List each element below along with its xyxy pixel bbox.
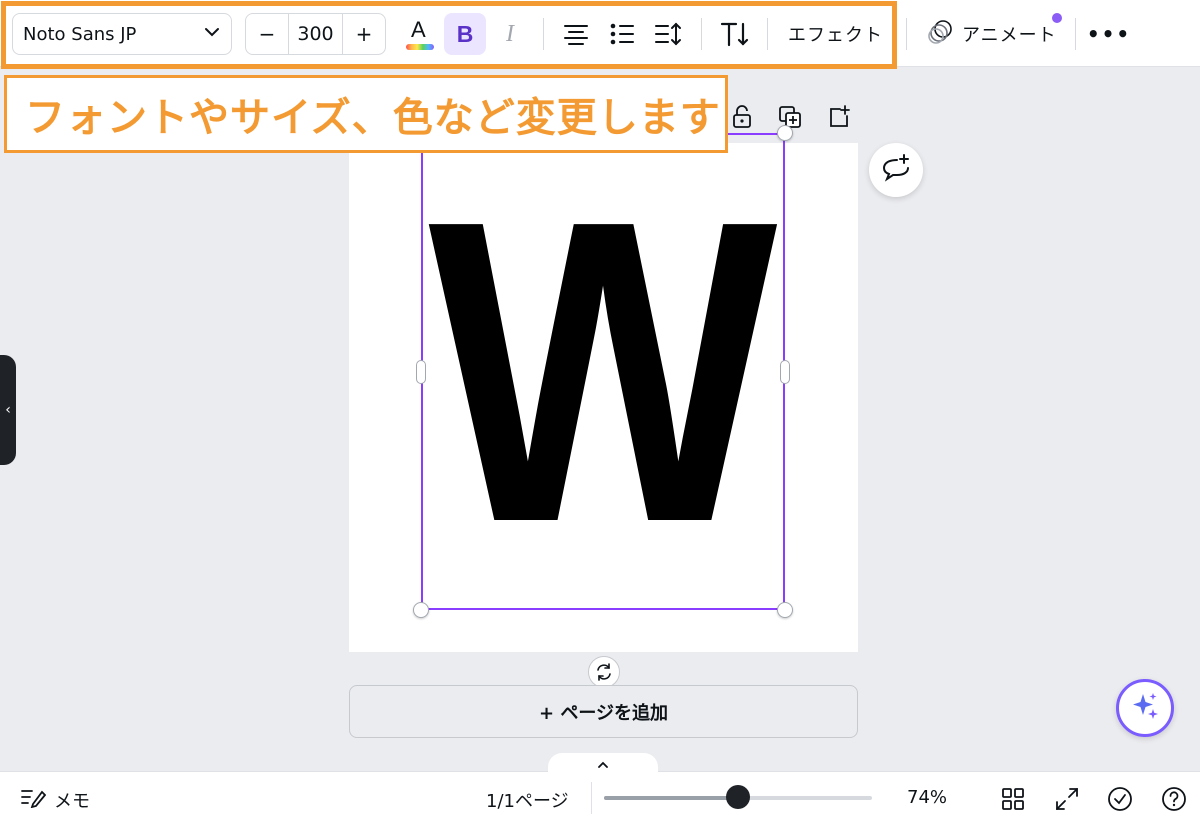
new-feature-badge (1050, 11, 1064, 25)
zoom-slider-fill (604, 796, 738, 800)
chevron-down-icon (203, 23, 221, 45)
rainbow-bar-icon (406, 44, 434, 50)
top-toolbar: Noto Sans JP − 300 + A B I エフェクト アニメート •… (0, 0, 1200, 67)
resize-handle-top-right[interactable] (777, 125, 793, 141)
decrease-size-button[interactable]: − (246, 14, 288, 54)
zoom-slider-thumb[interactable] (726, 785, 750, 809)
rotate-handle[interactable] (588, 656, 620, 688)
side-panel-toggle[interactable]: ‹ (0, 355, 16, 465)
notes-button[interactable]: メモ (20, 786, 90, 813)
font-family-label: Noto Sans JP (23, 23, 137, 45)
chevron-up-icon (596, 755, 610, 774)
increase-size-button[interactable]: + (343, 14, 385, 54)
comment-plus-icon (881, 154, 911, 186)
lock-icon[interactable] (729, 104, 755, 130)
add-page-button[interactable]: + ページを追加 (349, 685, 858, 738)
pencil-lines-icon (20, 786, 47, 813)
callout-text: フォントやサイズ、色など変更します (25, 95, 721, 141)
page-indicator[interactable]: 1/1ページ (486, 787, 569, 813)
grid-view-icon[interactable] (999, 785, 1027, 813)
add-comment-button[interactable] (869, 143, 923, 197)
bold-letter: B (456, 20, 474, 47)
resize-handle-left[interactable] (416, 360, 426, 384)
toolbar-divider (906, 18, 907, 50)
font-family-dropdown[interactable]: Noto Sans JP (12, 13, 232, 55)
annotation-callout: フォントやサイズ、色など変更します (4, 75, 728, 153)
align-center-icon[interactable] (555, 13, 597, 55)
add-page-icon[interactable] (826, 104, 852, 130)
italic-letter: I (506, 20, 514, 47)
zoom-percent[interactable]: 74% (907, 787, 947, 808)
toolbar-divider (701, 18, 702, 50)
animate-label: アニメート (962, 25, 1057, 46)
bold-button[interactable]: B (444, 13, 486, 55)
font-size-stepper: − 300 + (245, 13, 386, 55)
more-options-button[interactable]: ••• (1087, 13, 1130, 55)
text-color-letter: A (411, 17, 426, 42)
line-spacing-icon[interactable] (647, 13, 689, 55)
toolbar-divider (767, 18, 768, 50)
animate-icon (926, 18, 954, 51)
selection-frame (421, 133, 785, 610)
help-icon[interactable] (1160, 785, 1188, 813)
toolbar-divider (543, 18, 544, 50)
fullscreen-icon[interactable] (1053, 785, 1081, 813)
italic-button[interactable]: I (489, 13, 531, 55)
resize-handle-right[interactable] (780, 360, 790, 384)
resize-handle-bottom-left[interactable] (413, 602, 429, 618)
notes-label: メモ (54, 790, 90, 812)
effects-button[interactable]: エフェクト (780, 13, 891, 55)
toolbar-divider (1075, 18, 1076, 50)
text-orientation-icon[interactable] (714, 13, 756, 55)
text-color-button[interactable]: A (398, 13, 440, 55)
bullet-list-icon[interactable] (601, 13, 643, 55)
bottom-divider (591, 782, 592, 814)
animate-button[interactable]: アニメート (920, 13, 1063, 55)
collapse-panel-button[interactable] (548, 753, 658, 775)
check-circle-icon[interactable] (1106, 785, 1134, 813)
sparkle-icon (1130, 691, 1160, 725)
font-size-input[interactable]: 300 (288, 14, 343, 54)
resize-handle-bottom-right[interactable] (777, 602, 793, 618)
magic-assistant-button[interactable] (1116, 679, 1174, 737)
